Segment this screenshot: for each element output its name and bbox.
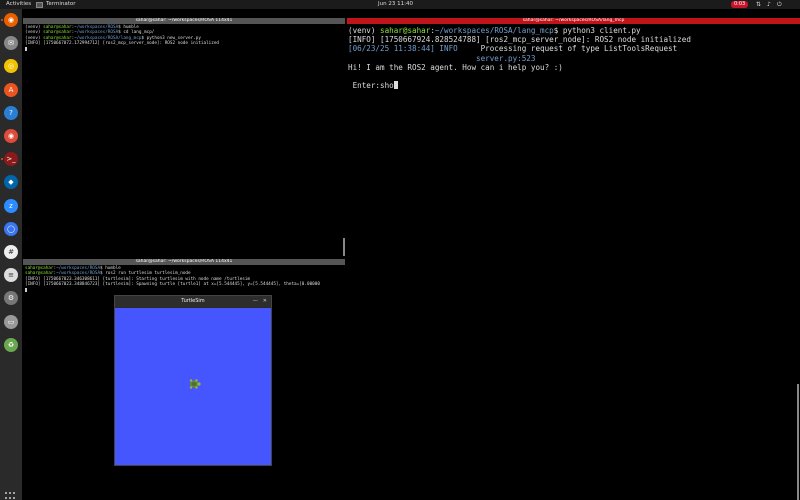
text-cursor [25,287,343,294]
text-editor-icon[interactable]: ≡ [4,268,18,283]
terminal-line: (venv) sahar@sahar:~/workspaces/ROSA/lan… [348,26,798,35]
terminal-output[interactable]: (venv) sahar@sahar:~/workspaces/ROSA/lan… [348,26,798,90]
settings-icon[interactable]: ⚙ [4,291,18,306]
terminal-icon[interactable]: >_ [4,152,18,167]
terminal-text: Processing request of type ListToolsRequ… [457,44,678,54]
terminal-line: [06/23/25 11:38:44] INFO Processing requ… [348,44,798,53]
terminal-text: (venv) [348,26,381,35]
turtlesim-title: TurtleSim [181,298,205,304]
terminal-title: sahar@sahar: ~/workspaces/ROSA 114x41 [135,259,233,264]
turtlesim-titlebar[interactable]: TurtleSim — ✕ [115,296,271,307]
running-indicator [1,19,3,21]
zoom-icon[interactable]: z [4,198,18,213]
terminal-text: Hi! I am the ROS2 agent. How can i help … [348,62,563,72]
terminal-line: [INFO] [1750667023.348846723] [turtlesim… [25,282,343,287]
terminal-text: (venv) [25,30,44,36]
rhythmbox-icon[interactable]: ◎ [4,59,18,74]
terminal-text: [INFO] [1750667924.828524788] [ros2_mcp_… [348,35,691,45]
activities-button[interactable]: Activities [6,0,31,9]
terminal-titlebar[interactable]: sahar@sahar: ~/workspaces/ROSA 114x41 [23,259,345,265]
terminal-top-left[interactable]: sahar@sahar: ~/workspaces/ROSA 114x41 (v… [23,18,345,256]
dock: ◉ ✉ ◎ A? ◉ >_ ◆ z ◯ # ≡ ⚙ ▭ ♻ [0,9,22,500]
terminal-text: [INFO] [1750667072.172994712] [ros2_mcp_… [25,41,220,47]
text-cursor [393,81,398,90]
terminal-output[interactable]: (venv) sahar@sahar:~/workspaces/ROSA$ hu… [25,25,343,53]
recording-indicator[interactable]: 0:03 [731,1,749,8]
turtlesim-canvas [115,308,271,465]
system-menu[interactable]: ⇅ ♪ ⏻ [756,0,782,9]
terminal-text: Enter:sho [348,81,394,91]
software-center-icon[interactable]: A [4,82,18,97]
minimize-button[interactable]: — [253,296,258,307]
turtlesim-window[interactable]: TurtleSim — ✕ [114,295,272,466]
terminal-text: ~/workspaces/ROSA [74,30,119,36]
network-icon: ⇅ [756,1,762,8]
scrollbar[interactable] [343,238,345,256]
terminal-text: $ cd lang_mcp/ [118,30,155,36]
close-button[interactable]: ✕ [263,296,267,307]
terminal-line: server.py:523 [348,54,798,63]
show-apps-icon[interactable] [5,492,17,500]
terminal-titlebar[interactable]: sahar@sahar: ~/workspaces/ROSA/lang_mcp [347,18,800,24]
terminal-text: ~/workspaces/ROSA/lang_mcp [434,26,554,35]
terminal-title: sahar@sahar: ~/workspaces/ROSA/lang_mcp [522,18,625,23]
terminal-text: server.py:523 [348,53,536,63]
trash-icon[interactable]: ♻ [4,337,18,352]
running-indicator [1,158,3,161]
signal-icon[interactable]: ◯ [4,221,18,236]
terminal-text: $ ros2 run turtlesim turtlesim_node [100,271,191,277]
scrollbar[interactable] [797,384,799,500]
terminal-line: Hi! I am the ROS2 agent. How can i help … [348,63,798,72]
app-name: Terminator [46,1,76,7]
top-bar: Activities Terminator Jun 23 11:40 0:03 … [0,0,800,9]
app-menu[interactable]: Terminator [36,0,76,9]
terminal-line: [INFO] [1750667924.828524788] [ros2_mcp_… [348,35,798,44]
slack-icon[interactable]: # [4,245,18,259]
clock[interactable]: Jun 23 11:40 [378,0,413,9]
terminal-text: sahar@sahar [380,26,431,35]
power-icon: ⏻ [776,1,782,8]
terminal-line: Enter:sho [348,81,798,90]
mail-icon[interactable]: ✉ [4,36,18,51]
chrome-icon[interactable]: ◉ [4,129,18,143]
terminal-text: ~/workspaces/ROSA [56,271,101,277]
terminal-text: [06/23/25 11:38:44] INFO [348,44,458,54]
terminal-titlebar[interactable]: sahar@sahar: ~/workspaces/ROSA 114x41 [23,18,345,24]
terminal-text: [INFO] [1750667023.348846723] [turtlesim… [25,282,320,288]
text-cursor [25,46,343,53]
firefox-icon[interactable]: ◉ [4,13,18,27]
terminal-text: $ python3 client.py [553,26,641,35]
volume-icon: ♪ [767,1,771,8]
drive-icon[interactable]: ▭ [4,314,18,329]
turtle-icon [189,379,201,389]
terminal-output[interactable]: sahar@sahar:~/workspaces/ROSA$ humble sah… [25,266,343,294]
help-icon[interactable]: ? [4,105,18,120]
terminal-title: sahar@sahar: ~/workspaces/ROSA 114x41 [135,18,233,23]
terminal-right[interactable]: sahar@sahar: ~/workspaces/ROSA/lang_mcp … [347,18,800,500]
terminal-text: sahar@sahar [25,271,54,277]
terminal-app-icon [36,1,43,8]
terminal-text: sahar@sahar [43,30,72,36]
vscode-icon[interactable]: ◆ [4,175,18,190]
